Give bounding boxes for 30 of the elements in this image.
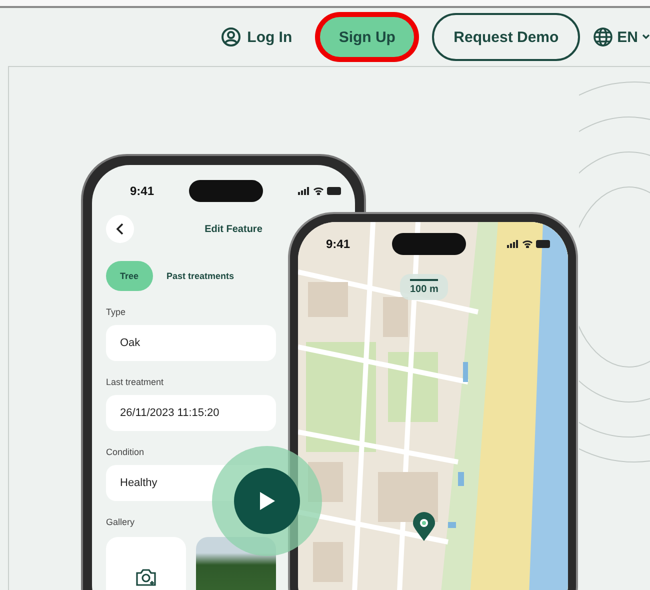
tab[interactable]: Past treatments — [166, 261, 234, 291]
battery-icon — [536, 240, 552, 248]
camera-plus-icon — [135, 567, 157, 587]
user-icon — [221, 27, 242, 47]
request-demo-button[interactable]: Request Demo — [432, 13, 580, 61]
chevron-left-icon — [116, 223, 124, 235]
field-label: Type — [106, 307, 127, 317]
status-time: 9:41 — [326, 237, 350, 251]
field-label: Gallery — [106, 517, 136, 527]
sign-up-button[interactable]: Sign Up — [320, 17, 414, 57]
map-scale: 100 m — [400, 274, 448, 300]
language-selector[interactable]: EN — [593, 27, 650, 47]
login-link[interactable]: Log In — [221, 27, 292, 47]
play-icon — [258, 491, 276, 511]
back-button[interactable] — [106, 215, 134, 243]
wifi-icon — [522, 240, 533, 248]
chevron-down-icon — [642, 34, 650, 40]
signal-icon — [507, 240, 519, 248]
tab[interactable]: Tree — [106, 261, 153, 291]
input-field[interactable]: 26/11/2023 11:15:20 — [106, 395, 276, 431]
field-label: Condition — [106, 447, 146, 457]
status-time: 9:41 — [130, 184, 154, 198]
location-pin-icon — [412, 512, 436, 542]
wifi-icon — [313, 187, 324, 195]
globe-icon — [593, 27, 614, 47]
screen-title: Edit Feature — [204, 224, 264, 234]
signal-icon — [298, 187, 310, 195]
input-field[interactable]: Oak — [106, 325, 276, 361]
field-label: Last treatment — [106, 377, 165, 387]
battery-icon — [327, 187, 343, 195]
